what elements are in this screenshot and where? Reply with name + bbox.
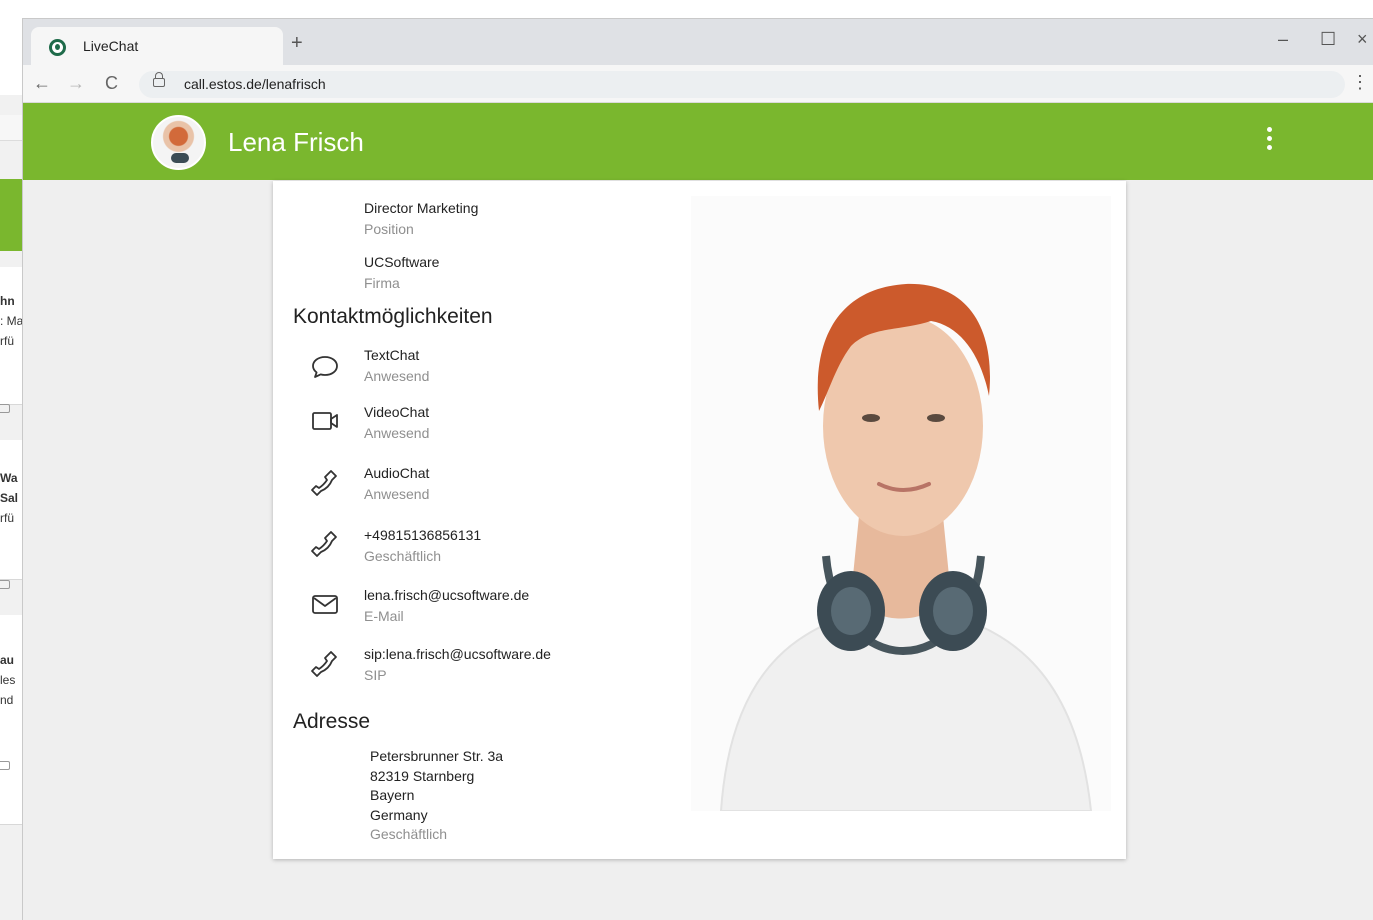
tab-title: LiveChat bbox=[83, 38, 139, 54]
chat-bubble-icon[interactable] bbox=[309, 351, 341, 383]
video-camera-icon[interactable] bbox=[0, 761, 10, 770]
browser-tab[interactable]: LiveChat bbox=[31, 27, 283, 65]
mail-icon[interactable] bbox=[309, 588, 341, 620]
contact-item[interactable]: +49815136856131 Geschäftlich bbox=[364, 526, 481, 565]
background-text: nd bbox=[0, 693, 14, 707]
address-city: 82319 Starnberg bbox=[370, 767, 475, 784]
company-label: Firma bbox=[364, 275, 400, 291]
phone-icon[interactable] bbox=[309, 528, 341, 560]
tab-strip: LiveChat + – ☐ × bbox=[23, 19, 1373, 65]
contact-item[interactable]: lena.frisch@ucsoftware.de E-Mail bbox=[364, 586, 529, 625]
video-camera-icon[interactable] bbox=[309, 405, 341, 437]
contact-label: Geschäftlich bbox=[364, 548, 442, 564]
lock-icon[interactable] bbox=[153, 72, 165, 87]
address-block: Petersbrunner Str. 3a 82319 Starnberg Ba… bbox=[370, 747, 503, 845]
more-options-icon[interactable] bbox=[1267, 127, 1273, 157]
app-header: Lena Frisch bbox=[23, 103, 1373, 180]
background-text: : Ma bbox=[0, 314, 24, 328]
contact-value[interactable]: +49815136856131 bbox=[364, 526, 481, 544]
contact-value[interactable]: sip:lena.frisch@ucsoftware.de bbox=[364, 645, 551, 663]
contact-name: Lena Frisch bbox=[228, 127, 364, 157]
background-text: rfü bbox=[0, 334, 15, 348]
position-field: Director Marketing Position bbox=[364, 199, 478, 238]
contact-value[interactable]: AudioChat bbox=[364, 464, 429, 482]
position-label: Position bbox=[364, 221, 414, 237]
avatar bbox=[151, 115, 206, 170]
contact-value[interactable]: VideoChat bbox=[364, 403, 429, 421]
contact-label: SIP bbox=[364, 667, 387, 683]
url-text[interactable]: call.estos.de/lenafrisch bbox=[184, 76, 326, 92]
address-region: Bayern bbox=[370, 787, 415, 803]
maximize-button[interactable]: ☐ bbox=[1320, 29, 1336, 49]
company-value: UCSoftware bbox=[364, 254, 440, 270]
phone-icon[interactable] bbox=[309, 648, 341, 680]
address-bar[interactable]: call.estos.de/lenafrisch bbox=[139, 71, 1345, 98]
contact-item[interactable]: TextChat Anwesend bbox=[364, 346, 429, 385]
forward-button[interactable]: → bbox=[67, 72, 85, 94]
new-tab-button[interactable]: + bbox=[291, 33, 303, 53]
contact-item[interactable]: AudioChat Anwesend bbox=[364, 464, 429, 503]
minimize-button[interactable]: – bbox=[1278, 29, 1288, 49]
close-button[interactable]: × bbox=[1357, 29, 1368, 49]
video-camera-icon[interactable] bbox=[0, 404, 10, 413]
phone-icon[interactable] bbox=[309, 467, 341, 499]
contact-value[interactable]: TextChat bbox=[364, 346, 429, 364]
background-text: les bbox=[0, 673, 16, 687]
background-text: rfü bbox=[0, 511, 15, 525]
reload-button[interactable]: C bbox=[105, 72, 118, 94]
contact-label: Anwesend bbox=[364, 368, 430, 384]
profile-photo bbox=[691, 196, 1111, 811]
contact-value[interactable]: lena.frisch@ucsoftware.de bbox=[364, 586, 529, 604]
contact-label: Anwesend bbox=[364, 425, 430, 441]
contact-card: Director Marketing Position UCSoftware F… bbox=[273, 181, 1126, 859]
browser-toolbar: ← → C call.estos.de/lenafrisch ⋮ bbox=[23, 65, 1373, 103]
contact-options-heading: Kontaktmöglichkeiten bbox=[293, 305, 493, 328]
background-text: au bbox=[0, 653, 15, 667]
background-text: Wa bbox=[0, 471, 18, 485]
background-text: hn bbox=[0, 294, 15, 308]
browser-menu-button[interactable]: ⋮ bbox=[1351, 71, 1369, 93]
address-country: Germany bbox=[370, 806, 428, 823]
company-field: UCSoftware Firma bbox=[364, 253, 439, 292]
contact-label: E-Mail bbox=[364, 608, 404, 624]
contact-item[interactable]: VideoChat Anwesend bbox=[364, 403, 429, 442]
position-value: Director Marketing bbox=[364, 200, 479, 216]
back-button[interactable]: ← bbox=[33, 72, 51, 94]
background-text: Sal bbox=[0, 491, 19, 505]
address-heading: Adresse bbox=[293, 710, 371, 733]
contact-label: Anwesend bbox=[364, 486, 430, 502]
address-type-label: Geschäftlich bbox=[370, 826, 448, 842]
video-camera-icon[interactable] bbox=[0, 580, 10, 589]
browser-window: LiveChat + – ☐ × ← → C call.estos.de/len… bbox=[22, 18, 1373, 920]
contact-item[interactable]: sip:lena.frisch@ucsoftware.de SIP bbox=[364, 645, 551, 684]
address-street: Petersbrunner Str. 3a bbox=[370, 748, 504, 764]
livechat-favicon-icon bbox=[49, 39, 66, 56]
